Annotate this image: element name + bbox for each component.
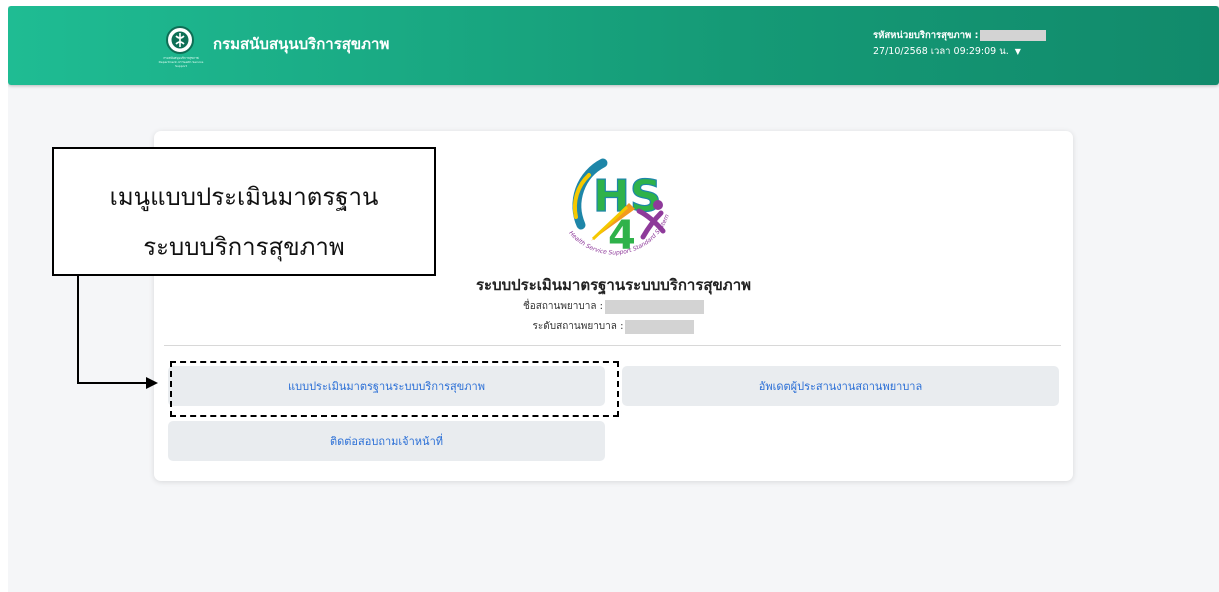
annotation-arrow	[77, 276, 158, 389]
page-viewport: กรมสนับสนุนบริการสุขภาพ Department of He…	[8, 6, 1219, 592]
